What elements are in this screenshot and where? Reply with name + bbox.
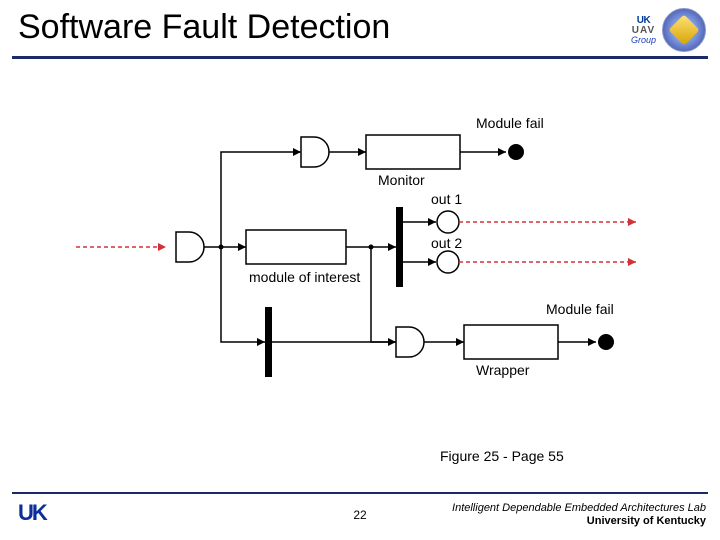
module-of-interest-label: module of interest bbox=[249, 269, 360, 285]
wrapper-box bbox=[464, 325, 558, 359]
place-out1 bbox=[437, 211, 459, 233]
lab-credit: Intelligent Dependable Embedded Architec… bbox=[452, 502, 706, 528]
wrapper-label: Wrapper bbox=[476, 362, 530, 378]
title-underline bbox=[12, 56, 708, 59]
out2-label: out 2 bbox=[431, 235, 462, 251]
footer-divider bbox=[12, 492, 708, 494]
monitor-box bbox=[366, 135, 460, 169]
idea-lab-badge-icon bbox=[662, 8, 706, 52]
transition-d1 bbox=[176, 232, 204, 262]
transition-bar-center bbox=[396, 207, 403, 287]
transition-d-wrapper bbox=[396, 327, 424, 357]
slide: Software Fault Detection UK UAV Group bbox=[0, 0, 720, 540]
university-name: University of Kentucky bbox=[587, 515, 706, 527]
transition-d-monitor bbox=[301, 137, 329, 167]
figure-caption: Figure 25 - Page 55 bbox=[440, 448, 564, 464]
module-fail-top-place bbox=[508, 144, 524, 160]
place-out2 bbox=[437, 251, 459, 273]
module-fail-top-label: Module fail bbox=[476, 115, 544, 131]
header-logos: UK UAV Group bbox=[631, 8, 706, 52]
petri-net-diagram: module of interest out 1 out 2 bbox=[76, 82, 644, 412]
transition-bar-bottom bbox=[265, 307, 272, 377]
uav-logo-group: Group bbox=[631, 36, 656, 45]
out1-label: out 1 bbox=[431, 191, 462, 207]
monitor-label: Monitor bbox=[378, 172, 425, 188]
uav-logo-uk: UK bbox=[631, 16, 656, 26]
lab-name: Intelligent Dependable Embedded Architec… bbox=[452, 502, 706, 514]
module-of-interest-box bbox=[246, 230, 346, 264]
module-fail-bottom-label: Module fail bbox=[546, 301, 614, 317]
uav-group-logo: UK UAV Group bbox=[631, 16, 656, 45]
slide-title: Software Fault Detection bbox=[18, 8, 390, 47]
module-fail-bottom-place bbox=[598, 334, 614, 350]
uav-logo-uav: UAV bbox=[631, 26, 656, 36]
